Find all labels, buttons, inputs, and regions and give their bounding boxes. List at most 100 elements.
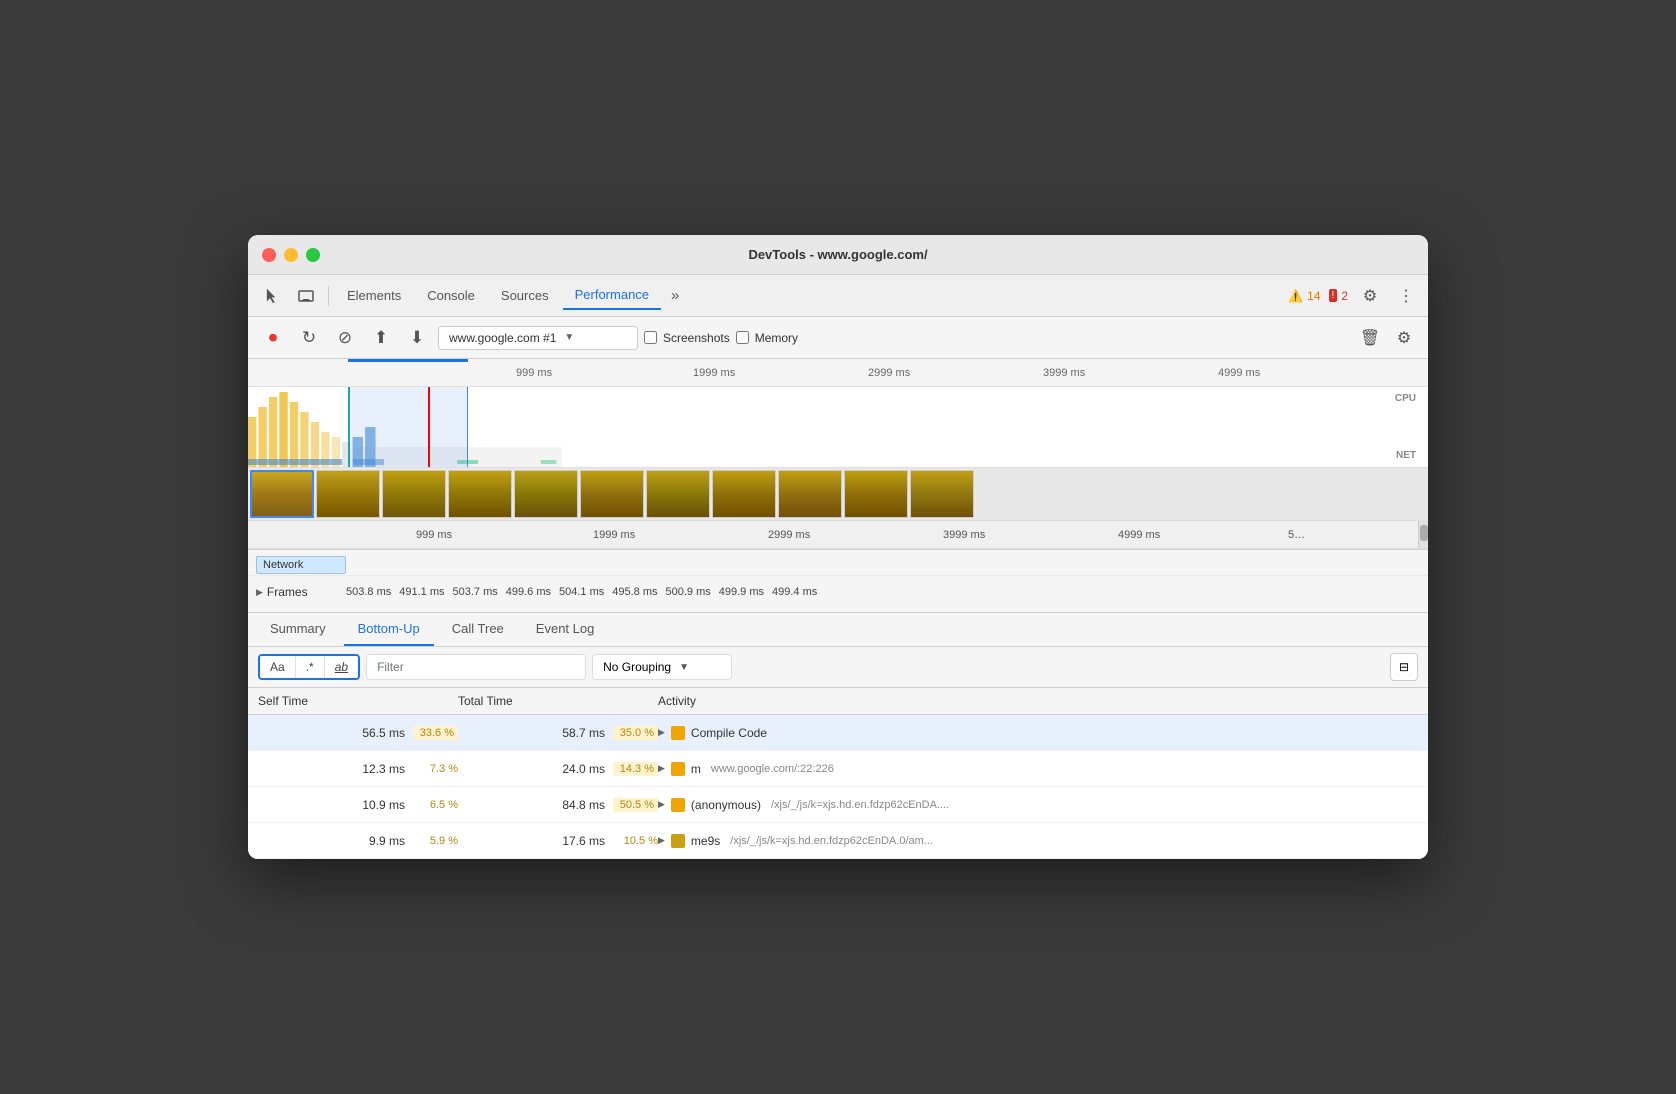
net-label: NET (1396, 450, 1416, 461)
capture-settings-button[interactable]: ⚙ (1390, 324, 1418, 352)
case-sensitive-button[interactable]: Aa (260, 656, 296, 678)
frame-thumb-6[interactable] (646, 470, 710, 518)
highlight-button[interactable]: ab (325, 656, 358, 678)
ruler2-mark-1: 999 ms (416, 529, 452, 541)
table-row[interactable]: 10.9 ms 6.5 % 84.8 ms 50.5 % ▶ (anonymou… (248, 787, 1428, 823)
error-badge[interactable]: ! 2 (1329, 289, 1348, 303)
tab-elements[interactable]: Elements (335, 282, 413, 309)
warning-badge[interactable]: ⚠️ 14 (1288, 289, 1320, 303)
upload-button[interactable]: ⬆ (366, 323, 396, 353)
error-count: 2 (1341, 289, 1348, 303)
ruler-mark-4: 3999 ms (1043, 367, 1085, 379)
network-label[interactable]: Network (256, 556, 346, 574)
tab-event-log[interactable]: Event Log (522, 613, 609, 646)
record-button[interactable]: ⏺ (258, 323, 288, 353)
activity-name-3: me9s (691, 834, 720, 848)
cpu-label: CPU (1395, 393, 1416, 404)
screenshots-label: Screenshots (663, 331, 730, 345)
cursor-icon[interactable] (256, 280, 288, 312)
activity-url-3: /xjs/_/js/k=xjs.hd.en.fdzp62cEnDA.0/am..… (730, 835, 933, 847)
expand-3[interactable]: ▶ (658, 835, 665, 846)
col-self-time: Self Time (258, 694, 458, 708)
maximize-button[interactable] (306, 248, 320, 262)
frame-thumb-4[interactable] (514, 470, 578, 518)
ruler-mark-1: 999 ms (516, 367, 552, 379)
frame-thumb-2[interactable] (382, 470, 446, 518)
memory-checkbox[interactable] (736, 331, 749, 344)
grouping-select[interactable]: No Grouping ▼ (592, 654, 732, 680)
scrollbar-thumb[interactable] (1420, 525, 1428, 541)
frame-thumb-5[interactable] (580, 470, 644, 518)
bottom-tabs: Summary Bottom-Up Call Tree Event Log (248, 613, 1428, 647)
frames-text: Frames (267, 585, 308, 599)
minimize-button[interactable] (284, 248, 298, 262)
expand-0[interactable]: ▶ (658, 727, 665, 738)
self-pct-1: 7.3 % (413, 763, 458, 775)
self-val-2: 10.9 ms (345, 798, 405, 812)
frame-thumb-selected[interactable] (250, 470, 314, 518)
close-button[interactable] (262, 248, 276, 262)
expand-1[interactable]: ▶ (658, 763, 665, 774)
screenshots-checkbox[interactable] (644, 331, 657, 344)
frame-thumb-10[interactable] (910, 470, 974, 518)
cell-self-1: 12.3 ms 7.3 % (258, 762, 458, 776)
frame-thumb-7[interactable] (712, 470, 776, 518)
frames-expand[interactable]: ▶ (256, 587, 263, 598)
activity-icon-3 (671, 834, 685, 848)
table-row[interactable]: 9.9 ms 5.9 % 17.6 ms 10.5 % ▶ me9s /xjs/… (248, 823, 1428, 859)
frame-time-8: 499.4 ms (772, 586, 817, 598)
table-row[interactable]: 56.5 ms 33.6 % 58.7 ms 35.0 % ▶ Compile … (248, 715, 1428, 751)
ruler2-mark-5: 4999 ms (1118, 529, 1160, 541)
total-val-1: 24.0 ms (545, 762, 605, 776)
cell-activity-0: ▶ Compile Code (658, 726, 1418, 740)
responsive-icon[interactable] (290, 280, 322, 312)
cell-total-2: 84.8 ms 50.5 % (458, 798, 658, 812)
cell-self-3: 9.9 ms 5.9 % (258, 834, 458, 848)
frame-time-0: 503.8 ms (346, 586, 391, 598)
reload-record-button[interactable]: ↻ (294, 323, 324, 353)
grouping-arrow: ▼ (679, 662, 689, 673)
tab-summary[interactable]: Summary (256, 613, 340, 646)
frame-thumb-9[interactable] (844, 470, 908, 518)
more-options-icon[interactable]: ⋮ (1392, 282, 1420, 310)
frame-thumb-3[interactable] (448, 470, 512, 518)
playhead (428, 387, 430, 467)
tab-call-tree[interactable]: Call Tree (438, 613, 518, 646)
warning-icon: ⚠️ (1288, 289, 1303, 303)
delete-recording-button[interactable]: 🗑 (1356, 324, 1384, 352)
ruler2-mark-6: 5… (1288, 529, 1305, 541)
total-val-2: 84.8 ms (545, 798, 605, 812)
timeline-chart: CPU NET (248, 387, 1428, 467)
expand-2[interactable]: ▶ (658, 799, 665, 810)
download-button[interactable]: ⬇ (402, 323, 432, 353)
filter-input[interactable] (366, 654, 586, 680)
tracks-area: Network ▶ Frames 503.8 ms 491.1 ms 503.7… (248, 550, 1428, 613)
tab-sources[interactable]: Sources (489, 282, 561, 309)
activity-icon-0 (671, 726, 685, 740)
tab-console[interactable]: Console (415, 282, 487, 309)
activity-name-2: (anonymous) (691, 798, 761, 812)
screenshots-checkbox-group[interactable]: Screenshots (644, 331, 730, 345)
regex-button[interactable]: .* (296, 656, 325, 678)
cell-activity-3: ▶ me9s /xjs/_/js/k=xjs.hd.en.fdzp62cEnDA… (658, 834, 1418, 848)
frame-thumb-1[interactable] (316, 470, 380, 518)
url-selector[interactable]: www.google.com #1 ▼ (438, 326, 638, 350)
self-val-3: 9.9 ms (345, 834, 405, 848)
activity-name-0: Compile Code (691, 726, 767, 740)
memory-checkbox-group[interactable]: Memory (736, 331, 798, 345)
clear-button[interactable]: ⊘ (330, 323, 360, 353)
more-tabs-button[interactable]: » (663, 283, 687, 308)
total-pct-0: 35.0 % (613, 726, 658, 740)
frame-thumb-8[interactable] (778, 470, 842, 518)
ruler2-mark-3: 2999 ms (768, 529, 810, 541)
settings-icon[interactable]: ⚙ (1356, 282, 1384, 310)
table-row[interactable]: 12.3 ms 7.3 % 24.0 ms 14.3 % ▶ m www.goo… (248, 751, 1428, 787)
total-pct-1: 14.3 % (613, 762, 658, 776)
tab-bottom-up[interactable]: Bottom-Up (344, 613, 434, 646)
cell-total-1: 24.0 ms 14.3 % (458, 762, 658, 776)
collapse-button[interactable]: ⊟ (1390, 653, 1418, 681)
tab-performance[interactable]: Performance (563, 281, 661, 310)
frames-thumbnails (248, 467, 1428, 521)
frame-time-2: 503.7 ms (453, 586, 498, 598)
url-value: www.google.com #1 (449, 331, 556, 345)
